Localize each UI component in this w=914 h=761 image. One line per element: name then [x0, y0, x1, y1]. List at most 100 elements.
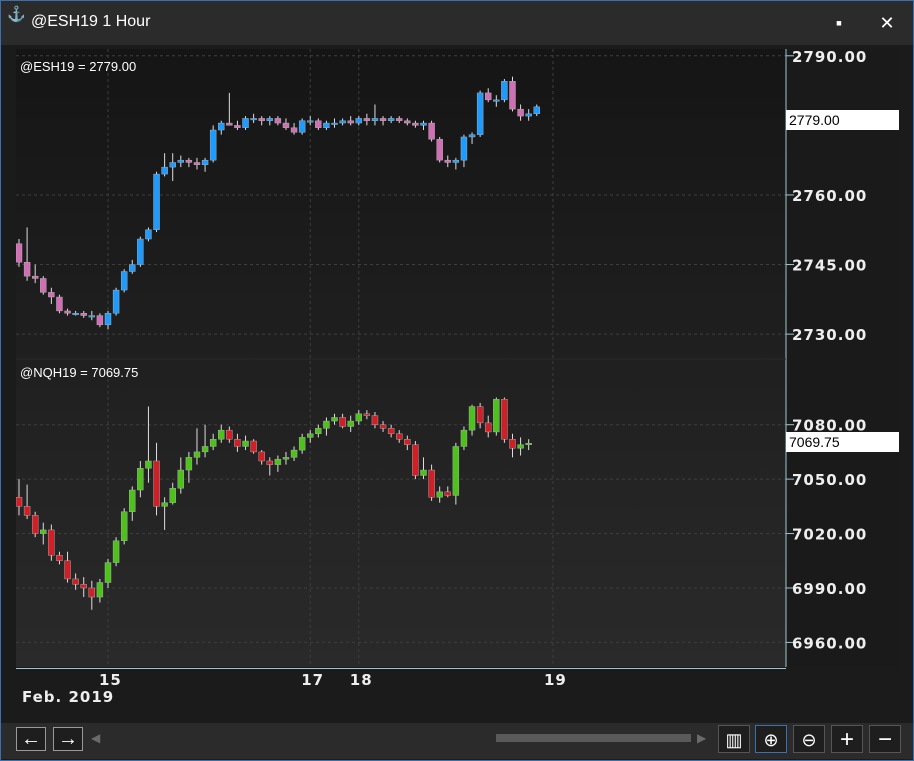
nq-candle-body [226, 429, 233, 440]
nq-candle-body [468, 406, 476, 431]
zoom-in-icon[interactable]: ⊕ [755, 725, 787, 753]
nq-candle-body [517, 444, 524, 449]
nq-price-tick-label: 7080.00 [792, 417, 867, 435]
es-price-tick-label: 2745.00 [792, 257, 867, 275]
nq-candle-body [258, 451, 265, 462]
es-candle-body [396, 118, 403, 121]
zoom-out-icon[interactable]: ⊖ [793, 725, 825, 753]
nq-candle-body [161, 502, 168, 507]
es-candle-body [40, 278, 47, 293]
nq-candle-body [323, 420, 330, 429]
es-candle-body [201, 159, 209, 166]
es-candle-body [525, 113, 532, 117]
nq-candle-body [209, 439, 217, 447]
bottom-toolbar: ← → ◀ ▶ ▥ ⊕ ⊖ + − [1, 723, 913, 759]
es-candle-body [323, 122, 330, 128]
time-tick-label: 18 [349, 671, 373, 689]
maximize-icon[interactable]: ▪ [823, 9, 855, 37]
nq-candle-body [129, 489, 136, 512]
nq-candle-body [48, 529, 55, 556]
chart-window: ⚓ @ESH19 1 Hour ▪ ✕ 2790.00 2760.00 2745.0… [0, 0, 914, 761]
es-candle-body [468, 134, 476, 138]
es-candle-body [193, 162, 201, 166]
nq-candle-body [290, 449, 298, 458]
nq-candle-body [80, 584, 87, 589]
nq-candle-body [371, 415, 379, 425]
nq-candle-body [331, 417, 338, 422]
es-candle-body [23, 262, 31, 277]
nq-candle-body [444, 491, 451, 496]
nq-candle-body [104, 562, 112, 583]
nq-candle-body [234, 439, 241, 447]
nq-last-price: 7069.75 [789, 434, 840, 450]
nq-candle-body [137, 468, 144, 491]
scroll-thumb[interactable] [496, 734, 691, 742]
time-axis[interactable]: 15 17 18 19 Feb. 2019 [16, 668, 900, 721]
nq-price-tick-label: 7020.00 [792, 526, 867, 544]
minus-icon[interactable]: − [869, 725, 901, 753]
nq-candle-body [420, 469, 427, 476]
nq-candle-body [96, 582, 104, 598]
close-icon[interactable]: ✕ [871, 9, 903, 37]
nq-candle-body [493, 399, 500, 433]
es-candle-body [339, 120, 346, 124]
es-candle-body [266, 118, 273, 121]
nq-candle-body [185, 457, 193, 471]
es-candle-body [363, 118, 371, 121]
nq-candle-body [428, 469, 435, 498]
es-candle-body [56, 296, 63, 312]
bull-bear-icon: ⚓ [7, 6, 26, 23]
nq-candle-body [31, 515, 39, 534]
es-candle-body [307, 120, 314, 123]
nq-candle-body [88, 587, 96, 598]
nq-candle-body [476, 406, 484, 424]
nq-candle-body [282, 457, 290, 460]
horizontal-scrollbar[interactable]: ◀ ▶ [91, 731, 711, 745]
es-candle-body [347, 120, 354, 124]
nq-candle-body [347, 420, 354, 427]
nq-candle-body [242, 440, 249, 447]
nq-candle-body [452, 446, 460, 496]
plus-icon[interactable]: + [831, 725, 863, 753]
es-candle-body [129, 264, 136, 272]
nq-candle-body [169, 487, 176, 503]
es-candle-body [242, 118, 249, 128]
nq-candle-body [72, 578, 79, 585]
time-axis-line [16, 668, 786, 669]
back-arrow-icon[interactable]: ← [16, 727, 46, 751]
nq-candle-body [363, 413, 371, 416]
nq-candle-body [436, 491, 443, 498]
es-candle-body [112, 289, 120, 314]
es-candle-body [104, 313, 112, 326]
es-candle-body [387, 118, 395, 121]
nq-candle-body [266, 460, 273, 465]
es-candle-body [460, 136, 468, 161]
chart-svg[interactable]: 2790.00 2760.00 2745.00 2730.00 7080.00 7050.… [15, 48, 900, 667]
es-candle-body [185, 159, 193, 163]
chart-area[interactable]: 2790.00 2760.00 2745.00 2730.00 7080.00 7050.… [15, 48, 900, 667]
nq-candle-body [218, 429, 225, 440]
columns-icon[interactable]: ▥ [718, 725, 750, 753]
es-candle-body [120, 271, 128, 291]
es-candle-body [153, 173, 160, 230]
es-candle-body [517, 108, 524, 117]
es-candle-body [234, 125, 241, 128]
es-candle-body [331, 122, 338, 125]
forward-arrow-icon[interactable]: → [53, 727, 83, 751]
nq-candle-body [379, 424, 387, 429]
nq-candle-body [387, 428, 395, 434]
nq-candle-body [396, 433, 403, 440]
es-candle-body [72, 313, 79, 315]
scroll-left-icon[interactable]: ◀ [91, 731, 100, 745]
scroll-right-icon[interactable]: ▶ [697, 731, 706, 745]
nq-candle-body [485, 422, 492, 433]
title-bar[interactable]: ⚓ @ESH19 1 Hour ▪ ✕ [1, 1, 913, 45]
nq-candle-body [56, 555, 63, 561]
es-candle-body [250, 118, 257, 121]
nq-candle-body [460, 429, 468, 447]
es-last-price: 2779.00 [789, 112, 840, 128]
es-candle-body [501, 81, 508, 101]
es-candle-body [177, 159, 185, 163]
es-price-tick-label: 2730.00 [792, 326, 867, 344]
es-candle-body [88, 315, 96, 318]
